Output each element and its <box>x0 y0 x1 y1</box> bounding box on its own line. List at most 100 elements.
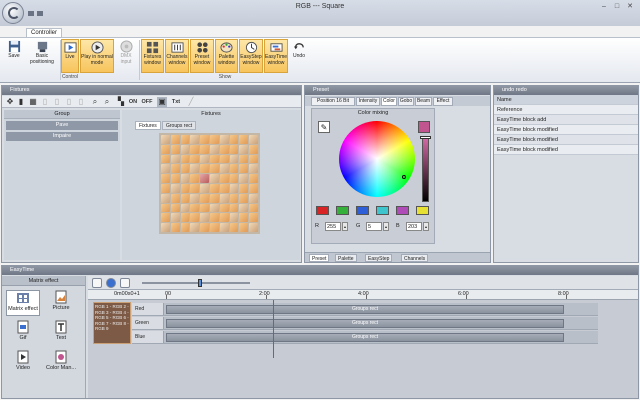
fixture-grid[interactable] <box>159 133 260 234</box>
fixture-cell[interactable] <box>249 223 258 232</box>
tab-color[interactable]: Color <box>381 97 397 106</box>
off-button[interactable]: OFF <box>140 97 154 107</box>
fixture-cell[interactable] <box>239 183 249 193</box>
swatch-blue[interactable] <box>356 206 369 215</box>
fixture-cell[interactable] <box>180 135 190 144</box>
fixture-cell[interactable] <box>249 164 258 174</box>
effect-matrix-effect[interactable]: Matrix effect <box>6 290 40 316</box>
fixture-cell[interactable] <box>239 164 249 174</box>
fixture-cell[interactable] <box>200 135 209 144</box>
fixture-cell[interactable] <box>249 183 258 193</box>
fixture-cell[interactable] <box>200 154 209 164</box>
fixture-cell[interactable] <box>170 174 180 183</box>
fixture-cell[interactable] <box>161 135 170 144</box>
fixture-cell[interactable] <box>210 164 219 174</box>
fixture-cell[interactable] <box>190 164 200 174</box>
quick-access-save-icon[interactable] <box>28 11 34 16</box>
fixture-cell[interactable] <box>200 193 209 203</box>
zoom-out-icon[interactable]: ⌕ <box>102 97 112 107</box>
swatch-green[interactable] <box>336 206 349 215</box>
fixture-cell[interactable] <box>180 193 190 203</box>
grid-icon[interactable]: ▦ <box>28 97 38 107</box>
fixture-cell[interactable] <box>170 183 180 193</box>
fixture-cell[interactable] <box>180 144 190 154</box>
tab-intensity[interactable]: Intensity <box>356 97 380 106</box>
fixture-cell[interactable] <box>161 154 170 164</box>
playhead[interactable] <box>273 300 274 358</box>
fixture-cell[interactable] <box>210 144 219 154</box>
fixture-cell[interactable] <box>229 203 239 213</box>
link-icon[interactable]: ▯ <box>76 97 86 107</box>
zoom-in-icon[interactable]: ⌕ <box>90 97 100 107</box>
record-icon[interactable] <box>106 278 116 288</box>
text-toggle-button[interactable]: Txt <box>169 97 183 107</box>
fixture-cell[interactable] <box>161 164 170 174</box>
fixture-cell[interactable] <box>200 213 209 223</box>
undo-list-item[interactable]: Reference <box>494 105 638 115</box>
fixture-cell[interactable] <box>249 193 258 203</box>
swatch-red[interactable] <box>316 206 329 215</box>
fixture-cell[interactable] <box>200 164 209 174</box>
save-button[interactable]: Save <box>3 39 25 73</box>
paste-icon[interactable]: ▯ <box>52 97 62 107</box>
pattern-icon[interactable]: ▚ <box>116 97 126 107</box>
fixture-cell[interactable] <box>170 213 180 223</box>
fixture-cell[interactable] <box>190 203 200 213</box>
tab-fixtures[interactable]: Fixtures <box>135 121 161 130</box>
green-spinner[interactable]: ▴ <box>383 222 389 231</box>
fixture-cell[interactable] <box>180 164 190 174</box>
fixture-cell[interactable] <box>210 203 219 213</box>
fixture-cell[interactable] <box>229 213 239 223</box>
color-wheel-marker[interactable] <box>402 175 406 179</box>
undo-button[interactable]: Undo <box>289 39 309 73</box>
fixture-cell[interactable] <box>239 144 249 154</box>
fixture-cell[interactable] <box>229 164 239 174</box>
line-tool-icon[interactable]: ╱ <box>186 97 196 107</box>
fixture-cell[interactable] <box>190 223 200 232</box>
fixture-cell[interactable] <box>239 135 249 144</box>
fixture-cell[interactable] <box>190 183 200 193</box>
fixture-cell[interactable] <box>170 193 180 203</box>
fixture-cell[interactable] <box>229 154 239 164</box>
effect-video[interactable]: Video <box>6 350 40 376</box>
move-icon[interactable]: ✥ <box>5 97 15 107</box>
close-button[interactable]: ✕ <box>624 2 636 11</box>
effect-picture[interactable]: Picture <box>44 290 78 316</box>
copy-icon[interactable]: ▯ <box>40 97 50 107</box>
fixture-cell[interactable] <box>190 193 200 203</box>
undo-list-item[interactable]: EasyTime block add <box>494 115 638 125</box>
fixture-cell[interactable] <box>219 183 229 193</box>
basic-positioning-button[interactable]: Basic positioning <box>25 39 59 73</box>
fixture-cell[interactable] <box>219 203 229 213</box>
tab-effect[interactable]: Effect <box>433 97 453 106</box>
fixture-cell[interactable] <box>239 223 249 232</box>
fixture-cell[interactable] <box>210 174 219 183</box>
fixture-cell[interactable] <box>219 135 229 144</box>
fixture-cell[interactable] <box>200 144 209 154</box>
timeline-clip[interactable]: Groups rect <box>166 319 564 328</box>
fixture-cell[interactable] <box>200 174 209 183</box>
fixture-cell[interactable] <box>239 203 249 213</box>
fixture-cell[interactable] <box>170 154 180 164</box>
fixture-cell[interactable] <box>229 174 239 183</box>
fixture-cell[interactable] <box>161 174 170 183</box>
fixture-cell[interactable] <box>219 213 229 223</box>
fixture-cell[interactable] <box>229 144 239 154</box>
delete-icon[interactable]: ▯ <box>64 97 74 107</box>
fixture-cell[interactable] <box>200 203 209 213</box>
new-sequence-icon[interactable] <box>92 278 102 288</box>
fixture-cell[interactable] <box>161 183 170 193</box>
fixture-cell[interactable] <box>249 213 258 223</box>
fixture-cell[interactable] <box>229 193 239 203</box>
fixture-cell[interactable] <box>229 183 239 193</box>
green-input[interactable]: 5 <box>366 222 382 231</box>
effect-text[interactable]: Text <box>44 320 78 346</box>
brightness-slider[interactable] <box>422 136 429 202</box>
tab-groups-rect[interactable]: Groups rect <box>162 121 197 130</box>
live-button[interactable]: Live <box>61 39 79 73</box>
effect-color-manager[interactable]: Color Man... <box>44 350 78 376</box>
swatch-magenta[interactable] <box>396 206 409 215</box>
fixture-cell[interactable] <box>170 164 180 174</box>
fixture-cell[interactable] <box>219 164 229 174</box>
fixture-cell[interactable] <box>161 203 170 213</box>
